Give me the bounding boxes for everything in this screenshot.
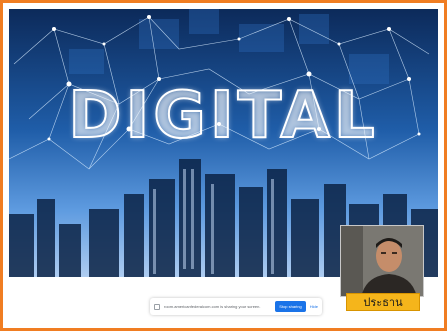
slide-title: DIGITAL bbox=[67, 78, 379, 154]
hide-notification-link[interactable]: Hide bbox=[310, 304, 318, 309]
participant-avatar bbox=[341, 226, 423, 296]
screen-share-notification: room.americanfederalcom.com is sharing y… bbox=[150, 298, 322, 315]
stop-sharing-button[interactable]: Stop sharing bbox=[275, 301, 306, 312]
participant-video[interactable] bbox=[340, 225, 424, 297]
participant-name-tag: ประธาน bbox=[346, 293, 420, 311]
screen-share-icon bbox=[154, 303, 160, 310]
screen-share-message: room.americanfederalcom.com is sharing y… bbox=[164, 304, 261, 309]
